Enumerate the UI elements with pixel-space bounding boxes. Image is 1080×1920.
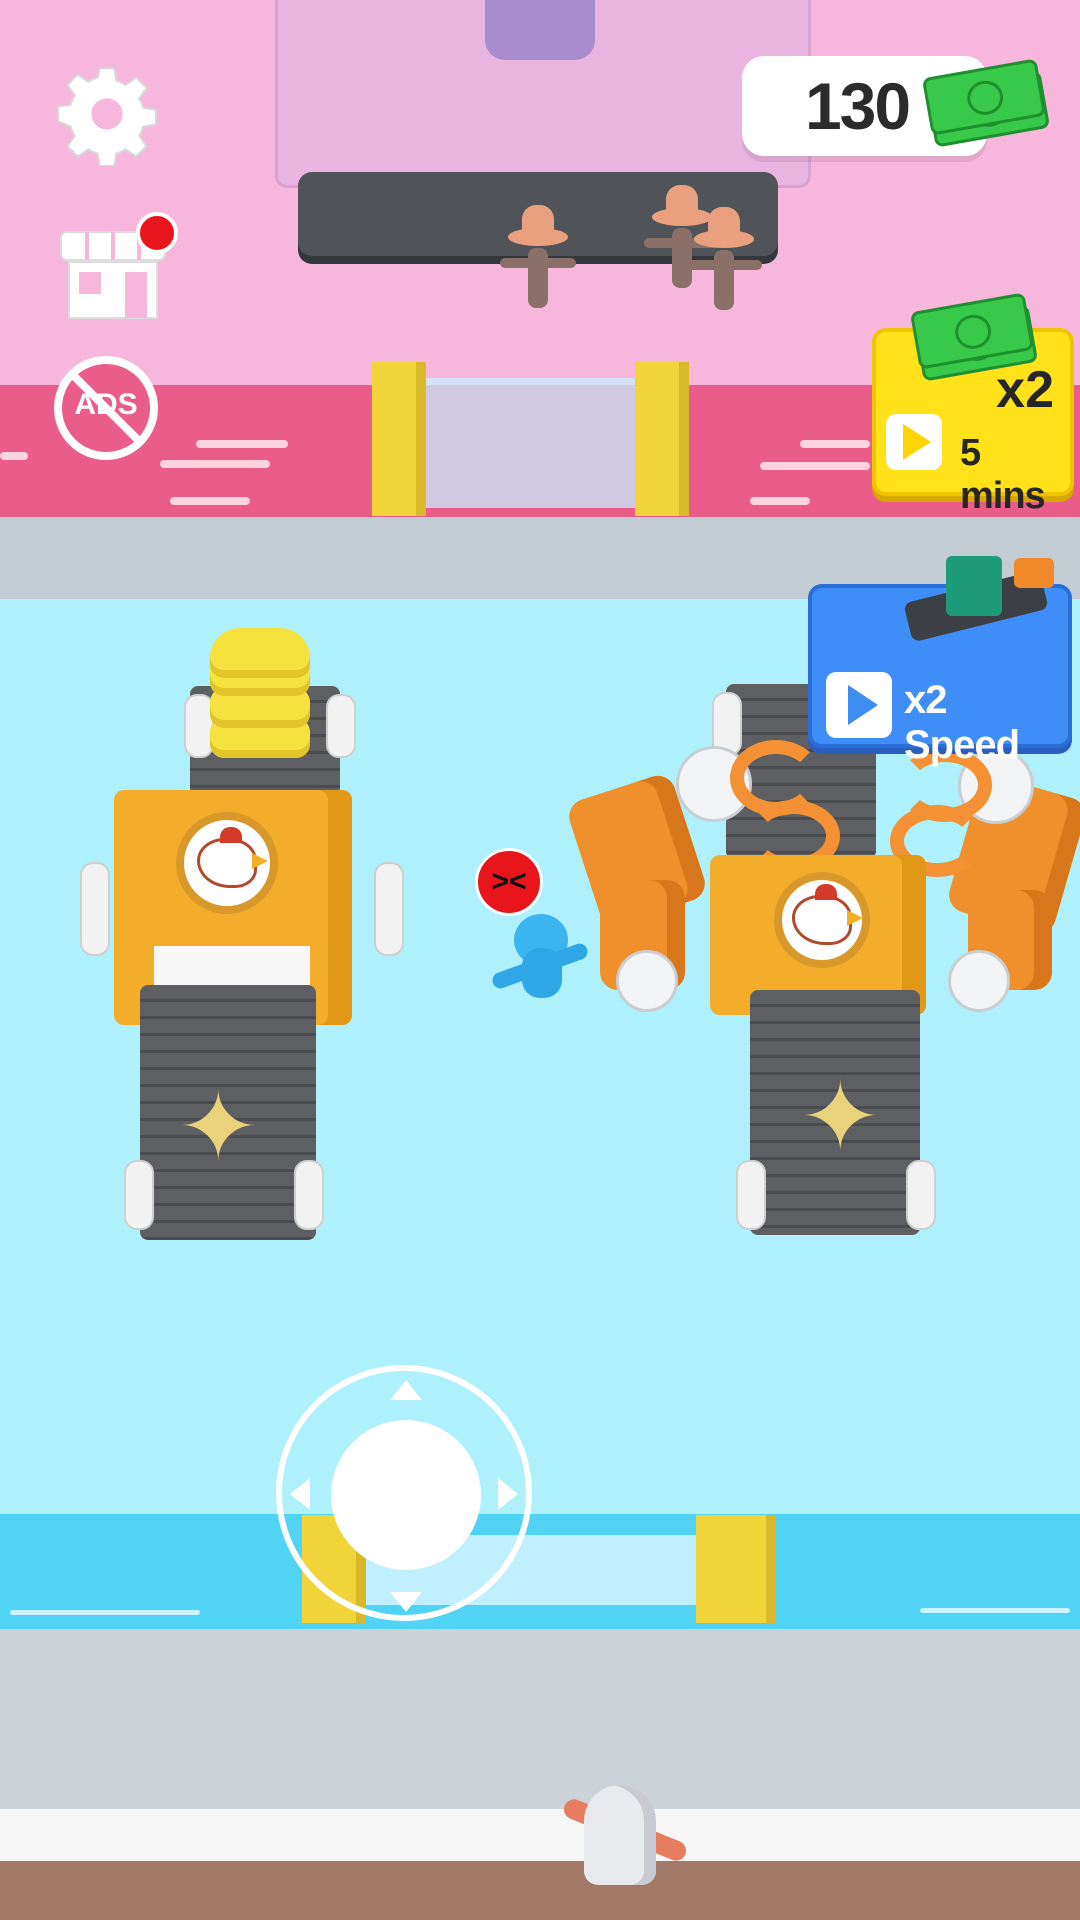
wall-stripe: [800, 440, 870, 448]
conveyor-roller: [374, 862, 404, 956]
gate-post: [696, 1515, 776, 1623]
machine-output-slot: [154, 946, 310, 986]
conveyor-roller: [80, 862, 110, 956]
conveyor-roller: [294, 1160, 324, 1230]
angry-face-icon: ><: [475, 848, 543, 916]
cash-stack-icon: [909, 292, 1039, 382]
joystick-arrow-up-icon: [390, 1380, 422, 1400]
notification-dot: [136, 212, 178, 254]
double-speed-button[interactable]: x2 Speed: [808, 556, 1072, 767]
wall-stripe: [196, 440, 288, 448]
chicken-logo-icon: [176, 812, 278, 914]
conveyor-roller: [906, 1160, 936, 1230]
kitchen-counter: [0, 1809, 1080, 1861]
conveyor-machine-icon: [903, 546, 1056, 643]
kitchen-ledge: [0, 1861, 1080, 1920]
speed-label: x2 Speed: [904, 678, 1020, 767]
customer: [500, 200, 576, 310]
chicken-stack: [210, 618, 310, 763]
play-icon: [826, 672, 892, 738]
boost-multiplier: x2: [996, 361, 1054, 419]
boost-duration: 5 mins: [960, 432, 1046, 517]
conveyor-roller: [326, 694, 356, 758]
play-icon: [886, 414, 942, 470]
joystick-arrow-down-icon: [390, 1592, 422, 1612]
kitchen-floor: [0, 1629, 1080, 1809]
joystick-arrow-right-icon: [498, 1478, 518, 1510]
no-ads-label: ADS: [74, 388, 138, 421]
joystick-knob[interactable]: [331, 1420, 481, 1570]
case-lid: [485, 0, 595, 60]
joystick-arrow-left-icon: [290, 1478, 310, 1510]
robot-joint: [616, 950, 678, 1012]
gear-icon: [57, 67, 157, 168]
no-ads-button[interactable]: ADS: [52, 354, 160, 462]
chicken-stamp-icon: ✦: [800, 1064, 881, 1171]
wall-stripe: [750, 497, 810, 505]
customer: [686, 202, 762, 312]
chicken-logo-icon: [774, 872, 870, 968]
chicken-stamp-icon: ✦: [178, 1074, 259, 1181]
double-income-boost-button[interactable]: x2 5 mins: [872, 292, 1074, 517]
doorway-glass: [422, 378, 638, 508]
wall-stripe: [920, 1608, 1070, 1613]
gate-post: [372, 362, 426, 516]
gate-post: [635, 362, 689, 516]
wall-stripe: [760, 462, 870, 470]
cash-stack-icon: [921, 58, 1051, 148]
shop-button[interactable]: [48, 212, 182, 332]
wall-stripe: [170, 497, 250, 505]
wall-stripe: [0, 452, 28, 460]
settings-button[interactable]: [55, 62, 159, 168]
robot-joint: [948, 950, 1010, 1012]
conveyor-roller: [124, 1160, 154, 1230]
wall-stripe: [10, 1610, 200, 1615]
chef-character: [584, 1785, 656, 1885]
wall-stripe: [160, 460, 270, 468]
conveyor-roller: [736, 1160, 766, 1230]
